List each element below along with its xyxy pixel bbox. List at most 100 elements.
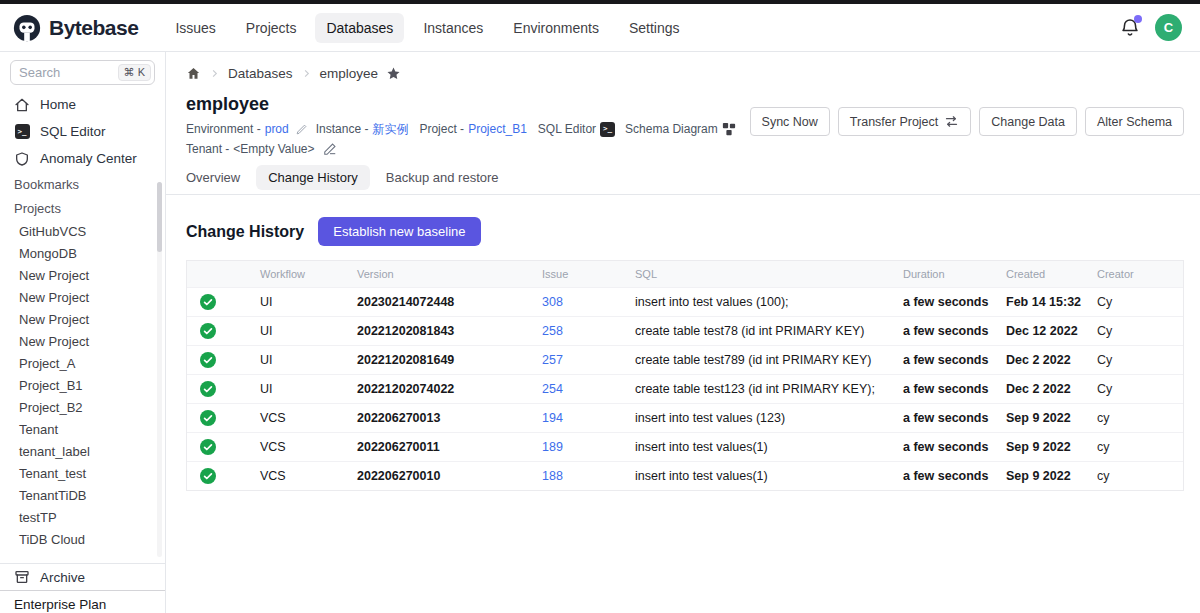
column-header-sql: SQL bbox=[619, 268, 887, 280]
top-nav-item[interactable]: Instances bbox=[412, 13, 494, 43]
project-link[interactable]: Project_B1 bbox=[468, 121, 527, 137]
issue-link[interactable]: 254 bbox=[542, 382, 563, 396]
action-button[interactable]: Transfer Project bbox=[838, 107, 971, 136]
sidebar-project-item[interactable]: Project_B2 bbox=[0, 396, 165, 418]
instance-label: Instance - bbox=[316, 121, 369, 137]
pencil-icon[interactable] bbox=[323, 142, 337, 156]
project-list: GitHubVCS MongoDB New Project New Projec… bbox=[0, 220, 165, 550]
table-row[interactable]: UI 20221202081649 257 create table test7… bbox=[187, 345, 1183, 374]
cell-workflow: VCS bbox=[242, 469, 342, 483]
cell-creator: Cy bbox=[1085, 382, 1183, 396]
top-nav-item[interactable]: Environments bbox=[502, 13, 610, 43]
top-nav-item[interactable]: Issues bbox=[164, 13, 226, 43]
table-row[interactable]: UI 20221202081843 258 create table test7… bbox=[187, 316, 1183, 345]
sidebar-project-item[interactable]: Project_A bbox=[0, 352, 165, 374]
table-row[interactable]: UI 20221202074022 254 create table test1… bbox=[187, 374, 1183, 403]
home-breadcrumb-icon[interactable] bbox=[186, 66, 201, 81]
sidebar-project-item[interactable]: Tenant_test bbox=[0, 462, 165, 484]
issue-link[interactable]: 308 bbox=[542, 295, 563, 309]
table-row[interactable]: UI 20230214072448 308 insert into test v… bbox=[187, 287, 1183, 316]
sidebar-project-item[interactable]: Project_B1 bbox=[0, 374, 165, 396]
star-icon[interactable] bbox=[386, 66, 401, 81]
cell-sql: create table test789 (id int PRIMARY KEY… bbox=[619, 353, 887, 367]
enterprise-plan-label[interactable]: Enterprise Plan bbox=[0, 590, 165, 613]
cell-creator: cy bbox=[1085, 411, 1183, 425]
table-row[interactable]: VCS 202206270013 194 insert into test va… bbox=[187, 403, 1183, 432]
success-check-icon bbox=[200, 323, 216, 339]
change-history-table: Workflow Version Issue SQL Duration Crea… bbox=[186, 260, 1184, 491]
sidebar-project-item[interactable]: New Project bbox=[0, 286, 165, 308]
top-nav-item[interactable]: Databases bbox=[315, 13, 404, 43]
table-row[interactable]: VCS 202206270011 189 insert into test va… bbox=[187, 432, 1183, 461]
sidebar-project-item[interactable]: testTP bbox=[0, 506, 165, 528]
issue-link[interactable]: 189 bbox=[542, 440, 563, 454]
top-nav-item[interactable]: Projects bbox=[235, 13, 308, 43]
sidebar-project-item[interactable]: TenantTiDB bbox=[0, 484, 165, 506]
cell-created: Dec 2 2022 bbox=[990, 382, 1085, 396]
cell-version: 20221202081649 bbox=[342, 353, 527, 367]
action-button[interactable]: Change Data bbox=[979, 107, 1077, 136]
cell-duration: a few seconds bbox=[887, 324, 990, 338]
sidebar-item-home[interactable]: Home bbox=[0, 91, 165, 118]
cell-version: 20230214072448 bbox=[342, 295, 527, 309]
cell-sql: insert into test values (123) bbox=[619, 411, 887, 425]
sidebar-item-anomaly-center[interactable]: Anomaly Center bbox=[0, 145, 165, 172]
action-button[interactable]: Sync Now bbox=[750, 107, 830, 136]
sidebar-project-item[interactable]: New Project bbox=[0, 264, 165, 286]
section-title: Change History bbox=[186, 223, 304, 241]
breadcrumb-employee[interactable]: employee bbox=[320, 66, 379, 81]
cell-created: Sep 9 2022 bbox=[990, 411, 1085, 425]
cell-workflow: VCS bbox=[242, 411, 342, 425]
cell-duration: a few seconds bbox=[887, 469, 990, 483]
schema-diagram-icon[interactable] bbox=[722, 122, 736, 136]
cell-duration: a few seconds bbox=[887, 382, 990, 396]
cell-duration: a few seconds bbox=[887, 295, 990, 309]
sidebar-project-item[interactable]: GitHubVCS bbox=[0, 220, 165, 242]
top-navbar: Bytebase Issues Projects Databases Insta… bbox=[0, 4, 1200, 52]
environment-link[interactable]: prod bbox=[265, 121, 289, 137]
cell-version: 202206270013 bbox=[342, 411, 527, 425]
issue-link[interactable]: 194 bbox=[542, 411, 563, 425]
avatar[interactable]: C bbox=[1155, 14, 1182, 41]
notifications-button[interactable] bbox=[1119, 17, 1141, 39]
cell-creator: Cy bbox=[1085, 295, 1183, 309]
action-buttons: Sync Now Transfer Project Change Data Al… bbox=[750, 107, 1184, 136]
project-label: Project - bbox=[419, 121, 464, 137]
sidebar-project-item[interactable]: Tenant bbox=[0, 418, 165, 440]
cell-workflow: UI bbox=[242, 382, 342, 396]
breadcrumb-databases[interactable]: Databases bbox=[228, 66, 293, 81]
table-row[interactable]: VCS 202206270010 188 insert into test va… bbox=[187, 461, 1183, 490]
issue-link[interactable]: 257 bbox=[542, 353, 563, 367]
pen-icon[interactable] bbox=[295, 123, 308, 136]
cell-duration: a few seconds bbox=[887, 411, 990, 425]
top-nav-items: Issues Projects Databases Instances Envi… bbox=[164, 13, 1119, 43]
issue-link[interactable]: 258 bbox=[542, 324, 563, 338]
sidebar-item-archive[interactable]: Archive bbox=[0, 563, 165, 590]
sidebar-project-item[interactable]: TiDB Cloud bbox=[0, 528, 165, 550]
cell-duration: a few seconds bbox=[887, 353, 990, 367]
tab[interactable]: Change History bbox=[256, 165, 370, 190]
sidebar-item-sql-editor[interactable]: >_ SQL Editor bbox=[0, 118, 165, 145]
sidebar-project-item[interactable]: MongoDB bbox=[0, 242, 165, 264]
top-nav-item[interactable]: Settings bbox=[618, 13, 691, 43]
sidebar-project-item[interactable]: New Project bbox=[0, 308, 165, 330]
success-check-icon bbox=[200, 381, 216, 397]
success-check-icon bbox=[200, 410, 216, 426]
tab[interactable]: Overview bbox=[174, 165, 252, 190]
sidebar-project-item[interactable]: tenant_label bbox=[0, 440, 165, 462]
scrollbar-thumb[interactable] bbox=[157, 182, 162, 252]
search-input[interactable]: Search ⌘ K bbox=[10, 60, 155, 85]
sql-editor-icon[interactable]: >_ bbox=[600, 122, 615, 137]
cell-workflow: UI bbox=[242, 324, 342, 338]
sidebar-scrollbar[interactable] bbox=[157, 182, 162, 557]
transfer-icon bbox=[944, 114, 959, 129]
cell-sql: create table test78 (id int PRIMARY KEY) bbox=[619, 324, 887, 338]
instance-link[interactable]: 新实例 bbox=[372, 121, 408, 137]
sidebar-project-item[interactable]: New Project bbox=[0, 330, 165, 352]
issue-link[interactable]: 188 bbox=[542, 469, 563, 483]
tab[interactable]: Backup and restore bbox=[374, 165, 511, 190]
brand[interactable]: Bytebase bbox=[12, 13, 138, 43]
establish-baseline-button[interactable]: Establish new baseline bbox=[318, 217, 480, 246]
action-button[interactable]: Alter Schema bbox=[1085, 107, 1184, 136]
cell-workflow: VCS bbox=[242, 440, 342, 454]
